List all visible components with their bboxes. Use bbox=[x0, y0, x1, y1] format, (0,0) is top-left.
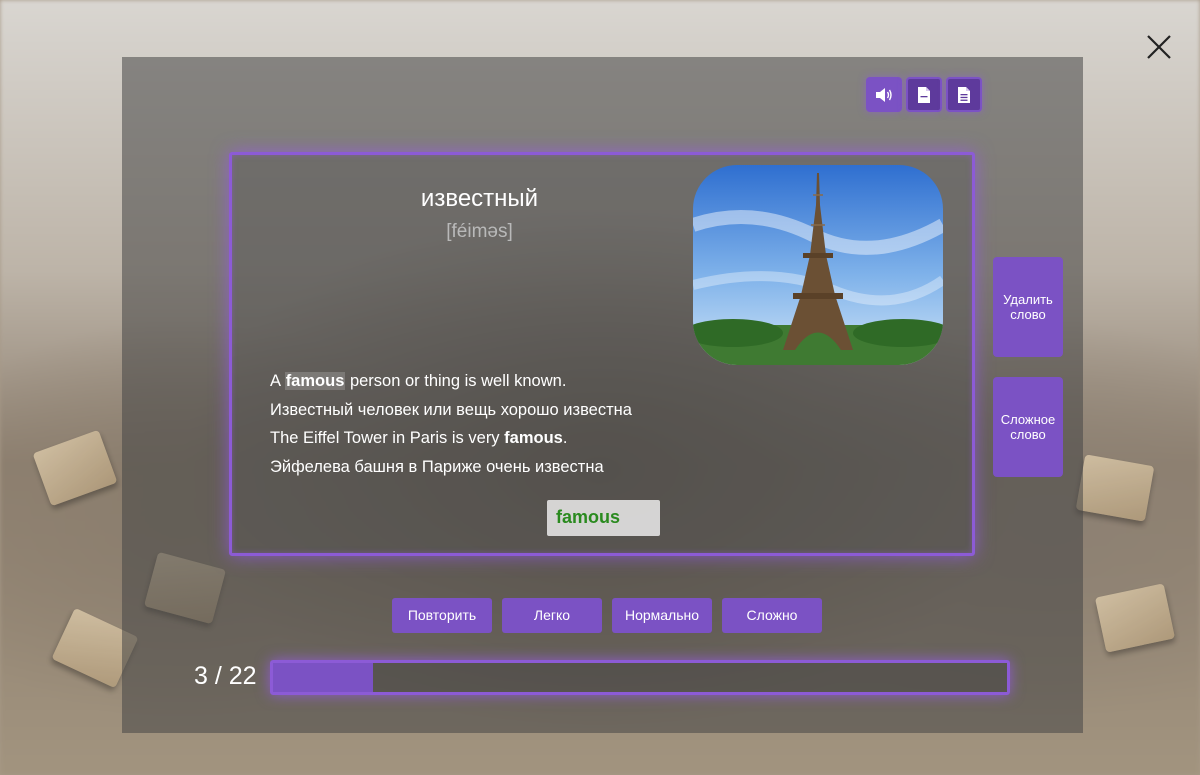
background-tile bbox=[1075, 454, 1155, 522]
document-icon bbox=[918, 86, 930, 103]
progress-bar bbox=[270, 660, 1010, 695]
eiffel-tower-image bbox=[693, 165, 943, 365]
card-toolbar bbox=[866, 77, 982, 112]
highlighted-word: famous bbox=[504, 429, 563, 447]
word-transcription: [féiməs] bbox=[446, 221, 513, 242]
progress-fill bbox=[273, 663, 373, 692]
word-image bbox=[693, 165, 943, 365]
hard-word-button[interactable]: Сложное слово bbox=[993, 377, 1063, 477]
text-document-icon bbox=[958, 86, 970, 103]
document-button[interactable] bbox=[906, 77, 942, 112]
speaker-icon bbox=[876, 87, 892, 102]
close-icon bbox=[1147, 35, 1171, 59]
answer-input[interactable]: famous bbox=[547, 500, 660, 536]
normal-button[interactable]: Нормально bbox=[612, 598, 712, 633]
close-button[interactable] bbox=[1143, 31, 1175, 63]
example-ru-1: Известный человек или вещь хорошо извест… bbox=[270, 400, 632, 419]
hard-button[interactable]: Сложно bbox=[722, 598, 822, 633]
example-ru-2: Эйфелева башня в Париже очень известна bbox=[270, 457, 604, 476]
delete-word-button[interactable]: Удалить слово bbox=[993, 257, 1063, 357]
word-translation: известный bbox=[420, 185, 539, 212]
example-en-1: A famous person or thing is well known. bbox=[270, 372, 567, 390]
word-card: известный [féiməs] A famous person or th… bbox=[229, 152, 975, 556]
example-en-2: The Eiffel Tower in Paris is very famous… bbox=[270, 429, 568, 447]
highlighted-word: famous bbox=[284, 372, 346, 390]
repeat-button[interactable]: Повторить bbox=[392, 598, 492, 633]
answer-buttons: Повторить Легко Нормально Сложно bbox=[392, 598, 822, 633]
examples-block: A famous person or thing is well known. … bbox=[270, 367, 690, 481]
easy-button[interactable]: Легко bbox=[502, 598, 602, 633]
text-document-button[interactable] bbox=[946, 77, 982, 112]
sound-button[interactable] bbox=[866, 77, 902, 112]
progress-counter: 3 / 22 bbox=[194, 662, 257, 690]
